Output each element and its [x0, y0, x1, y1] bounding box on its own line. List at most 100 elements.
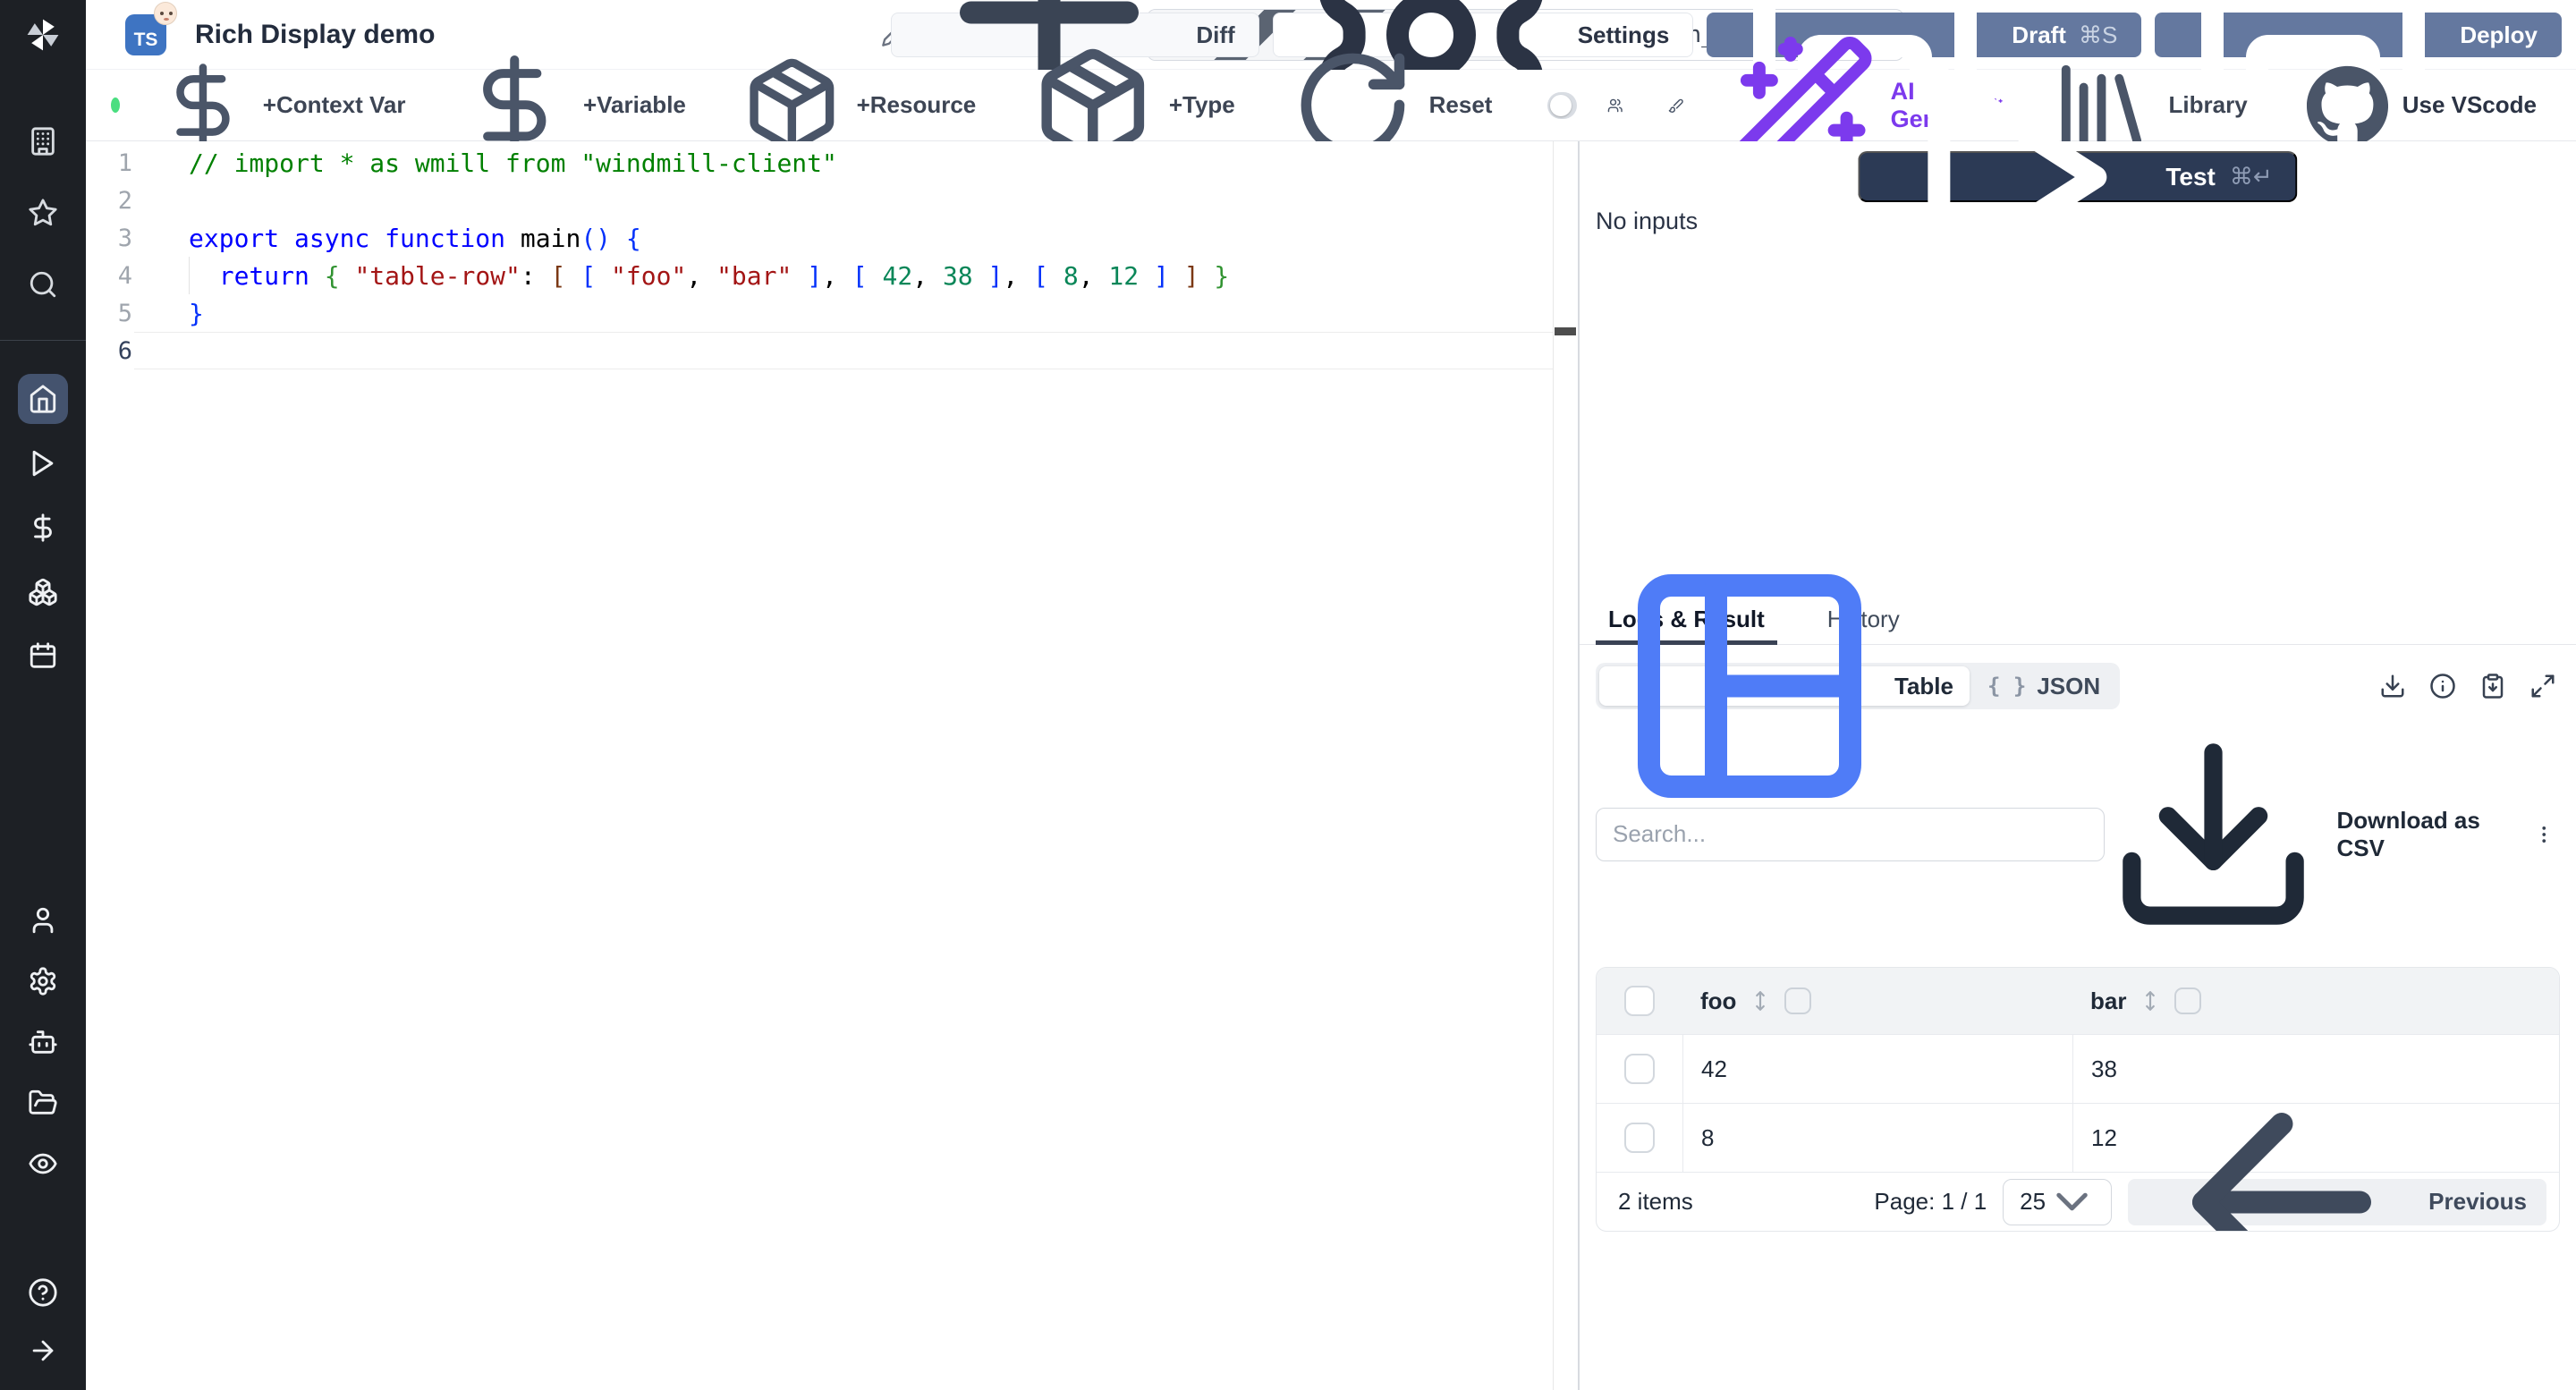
sidebar-bottom-group [0, 1267, 86, 1390]
sidebar-item-home[interactable] [18, 374, 68, 424]
runs-icon [28, 448, 58, 479]
table-cell: 42 [1682, 1035, 2072, 1104]
column-header: bar [2090, 987, 2127, 1014]
search-input[interactable] [1596, 807, 2106, 861]
result-body: Table { } JSON Search... Download as CSV… [1580, 574, 2576, 1390]
chevron-down-icon [2046, 1175, 2098, 1228]
code-lines: 1 // import * as wmill from "windmill-cli… [86, 144, 1553, 369]
run-result-panel: Test ⌘↵ No inputs Logs & Result History … [1579, 64, 2576, 1390]
play-icon [1883, 43, 2151, 311]
download-csv-button[interactable]: Download as CSV [2105, 725, 2496, 943]
code-text: // import * as wmill from "windmill-clie… [189, 148, 837, 178]
result-table: foo bar 42 38 8 12 2 items Page: 1 / 1 25 Pr… [1596, 967, 2560, 1233]
sidebar-expand[interactable] [18, 1326, 68, 1376]
arrow-left-icon [2148, 1068, 2416, 1232]
code-editor[interactable]: 1 // import * as wmill from "windmill-cli… [86, 141, 1579, 1390]
code-line-3: 3 export async function main() { [86, 219, 1553, 257]
help-icon [28, 1277, 58, 1308]
sidebar-divider [0, 340, 86, 341]
schedules-icon [28, 641, 58, 672]
line-number: 4 [117, 261, 132, 290]
page-indicator: Page: 1 / 1 [1874, 1188, 1987, 1216]
cursor-position-marker [1555, 327, 1576, 335]
sidebar-item-folders[interactable] [18, 1078, 68, 1128]
result-actions [2379, 673, 2560, 699]
table-menu-kebab-icon[interactable] [2533, 821, 2555, 848]
table-icon [1615, 552, 1884, 820]
line-number: 1 [117, 148, 132, 177]
download-result-icon[interactable] [2379, 673, 2406, 699]
code-text: return { "table-row": [ [ "foo", "bar" ]… [218, 260, 1230, 291]
sidebar-item-schedules[interactable] [18, 631, 68, 682]
copy-to-clipboard-icon[interactable] [2479, 673, 2506, 699]
expand-icon[interactable] [2529, 673, 2556, 699]
sort-icon[interactable] [2139, 989, 2162, 1013]
home-icon [28, 384, 58, 414]
sidebar-item-runs[interactable] [18, 438, 68, 488]
editor-toolbar: +Context Var +Variable +Resource +Type R… [86, 36, 2576, 174]
format-brush-icon[interactable] [1668, 92, 1684, 119]
code-text: } [189, 298, 204, 328]
sidebar-admin-group [0, 895, 86, 1189]
line-number: 5 [117, 299, 132, 327]
code-line-5: 5} [86, 294, 1553, 332]
diff-mode-toggle[interactable] [1547, 91, 1578, 119]
sidebar-top-group [0, 126, 86, 300]
user-icon [28, 905, 58, 936]
dollar-icon [157, 60, 249, 151]
line-number: 2 [117, 186, 132, 215]
code-line-6: 6 [86, 332, 1553, 369]
column-checkbox[interactable] [1784, 987, 1812, 1015]
test-button[interactable]: Test ⌘↵ [1858, 64, 2298, 289]
line-number: 6 [117, 336, 132, 365]
test-shortcut: ⌘↵ [2229, 163, 2273, 190]
code-line-2: 2 [86, 182, 1553, 219]
line-number: 3 [117, 224, 132, 252]
sidebar-item-workers[interactable] [18, 1017, 68, 1067]
deploy-button[interactable]: Deploy [2155, 0, 2562, 147]
resources-icon [28, 577, 58, 607]
sort-icon[interactable] [1749, 989, 1772, 1013]
package-icon [741, 55, 843, 156]
arrow-right-icon [28, 1335, 58, 1366]
status-dot [111, 97, 120, 113]
sidebar-item-resources[interactable] [18, 567, 68, 617]
braces-icon: { } [1987, 674, 2027, 699]
page-size-select[interactable]: 25 [2003, 1178, 2113, 1225]
vscode-github-icon [2306, 64, 2388, 146]
variables-icon [28, 513, 58, 543]
multiplayer-icon[interactable] [1607, 92, 1623, 119]
favorites-icon[interactable] [28, 198, 58, 228]
row-checkbox[interactable] [1624, 1123, 1655, 1154]
use-vscode-button[interactable]: Use VScode [2306, 64, 2537, 146]
column-checkbox[interactable] [2174, 987, 2202, 1015]
windmill-app: TS Rich Display demo Path u/henri/rich_d… [0, 0, 2576, 1390]
view-json-button[interactable]: { } JSON [1971, 666, 2116, 706]
baby-emoji-sticker [154, 2, 177, 25]
code-line-4: 4 return { "table-row": [ [ "foo", "bar"… [86, 257, 1553, 294]
add-context-var-button[interactable]: +Context Var [157, 60, 405, 151]
no-inputs-text: No inputs [1596, 208, 1699, 234]
workspace-icon[interactable] [28, 126, 58, 157]
info-icon[interactable] [2429, 673, 2456, 699]
sidebar-item-variables[interactable] [18, 503, 68, 553]
select-all-checkbox[interactable] [1624, 986, 1655, 1017]
editor-overview-ruler[interactable] [1553, 141, 1578, 1390]
view-table-button[interactable]: Table [1599, 574, 1970, 798]
code-text: export async function main() { [189, 223, 641, 253]
previous-page-button[interactable]: Previous [2128, 1112, 2546, 1232]
sidebar-main-group [0, 374, 86, 682]
windmill-logo[interactable] [0, 0, 86, 70]
sidebar-item-users[interactable] [18, 895, 68, 945]
view-toggle: Table { } JSON [1596, 574, 2121, 798]
sidebar-item-settings[interactable] [18, 956, 68, 1006]
add-resource-button[interactable]: +Resource [741, 55, 976, 156]
column-header: foo [1700, 987, 1737, 1014]
sidebar [0, 0, 86, 1390]
sidebar-item-audit-logs[interactable] [18, 1139, 68, 1189]
table-cell: 8 [1682, 1104, 2072, 1173]
row-checkbox[interactable] [1624, 1054, 1655, 1085]
sidebar-item-help[interactable] [18, 1267, 68, 1318]
search-icon[interactable] [28, 269, 58, 300]
table-footer: 2 items Page: 1 / 1 25 Previous [1597, 1112, 2559, 1232]
